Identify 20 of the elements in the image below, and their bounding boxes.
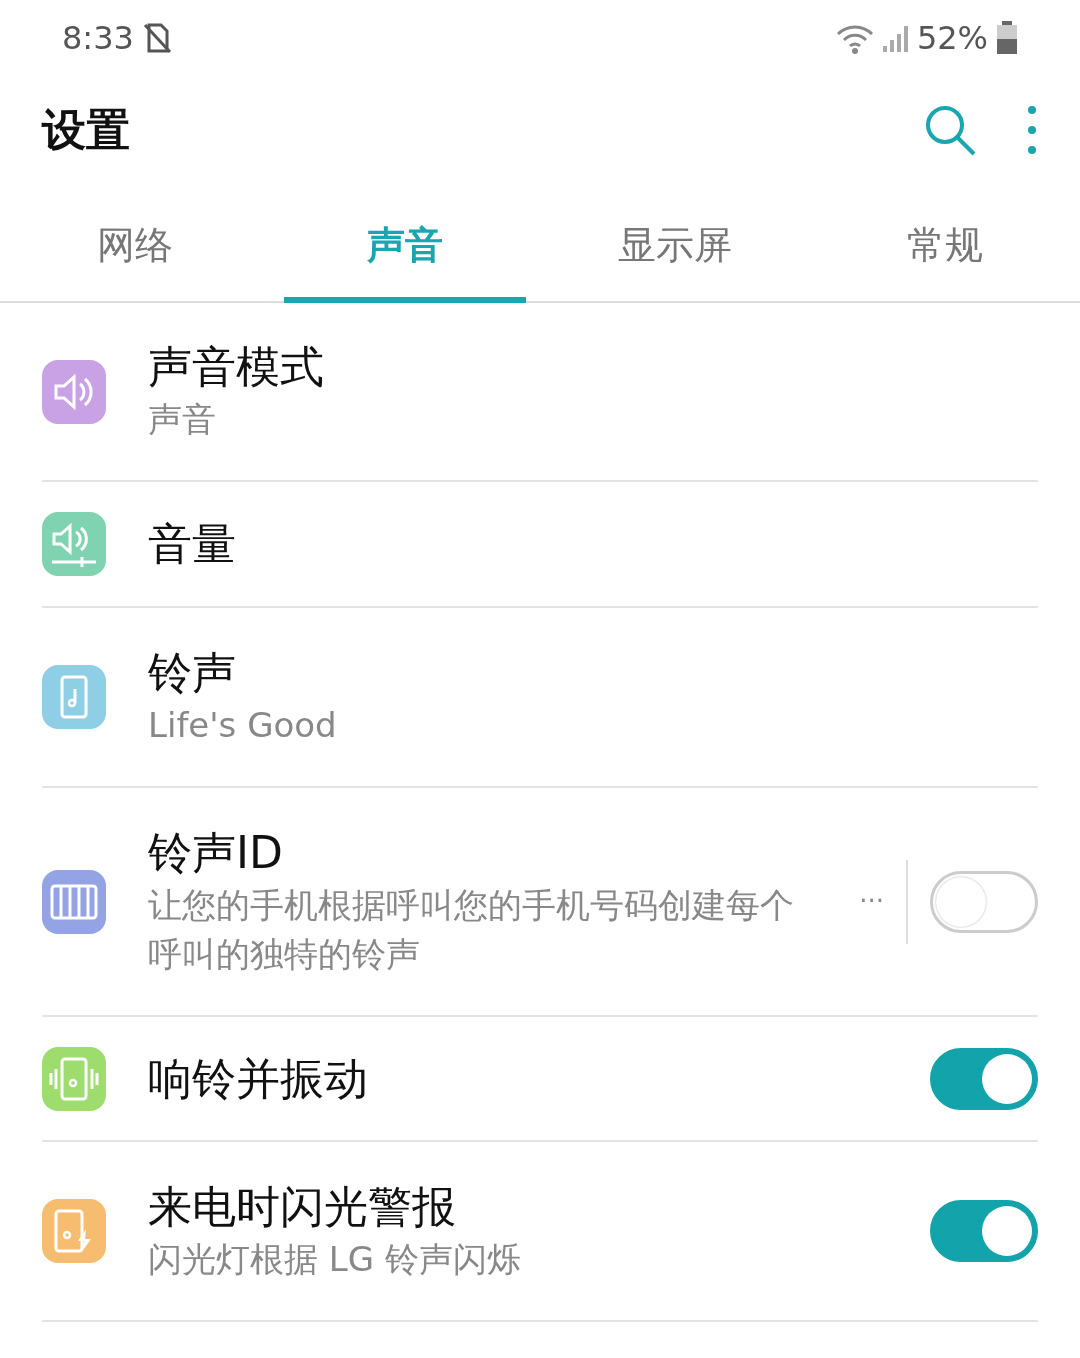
setting-description: 声音 [148,398,217,442]
setting-title[interactable]: 音量 [148,515,1038,573]
setting-title[interactable]: 响铃并振动 [148,1049,930,1108]
setting-title[interactable]: 铃声ID [148,823,798,881]
no-sim-icon [141,21,172,54]
setting-title[interactable]: 铃声 [148,643,1038,701]
time-text: 8:33 [62,17,134,59]
more-options-icon[interactable] [1026,105,1038,155]
setting-description: 闪光灯根据 LG 铃声闪烁 [148,1237,522,1281]
setting-description: Life's Good [148,703,338,747]
setting-description: 让您的手机根据呼叫您的手机号码创建每个呼叫的独特的铃声 [148,883,795,977]
more-button[interactable]: ··· [837,859,908,944]
battery-text: 52% [916,17,988,59]
setting-title[interactable]: 声音模式 [148,338,1038,396]
tab[interactable]: 显示屏 [540,185,810,301]
page-title: 设置 [42,103,130,157]
tab[interactable]: 常规 [810,185,1080,301]
tab[interactable]: 网络 [0,185,270,301]
setting-title[interactable]: 来电时闪光警报 [148,1177,930,1235]
battery-icon [996,20,1018,55]
